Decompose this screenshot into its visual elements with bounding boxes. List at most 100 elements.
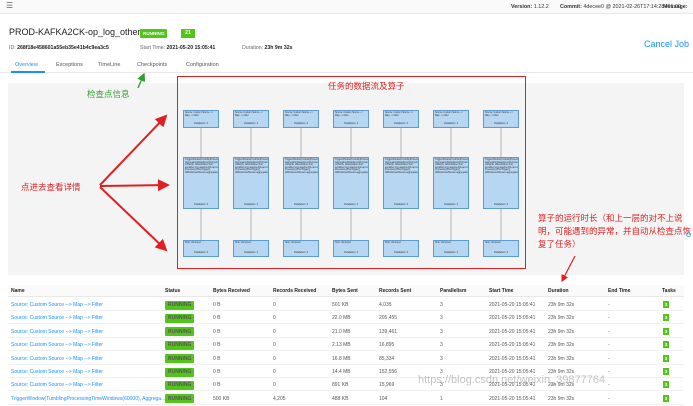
col-records-received[interactable]: Records Received: [273, 288, 316, 294]
table-row[interactable]: Source: Custom Source --> Map --> Filter…: [8, 298, 684, 311]
cell-records-sent: 139,461: [379, 328, 398, 335]
cell-name[interactable]: Source: Custom Source --> Map --> Filter: [11, 302, 103, 308]
col-end-time[interactable]: End Time: [608, 288, 630, 294]
version-info: Version: 1.12.2: [511, 4, 549, 10]
col-tasks[interactable]: Tasks: [662, 288, 676, 294]
cancel-job-button[interactable]: Cancel Job: [644, 39, 689, 49]
cell-name[interactable]: Source: Custom Source --> Map --> Filter: [11, 315, 103, 321]
cell-name[interactable]: Source: Custom Source --> Map --> Filter: [11, 329, 103, 335]
cell-bytes-sent: 21.0 MB: [332, 328, 351, 335]
status-badge: RUNNING: [165, 354, 195, 364]
cell-bytes-sent: 891 KB: [332, 382, 349, 389]
annotation-checkpoint: 检查点信息: [87, 89, 130, 99]
cell-parallelism: 1: [440, 395, 443, 402]
tab-exceptions[interactable]: Exceptions: [56, 62, 83, 68]
cell-end-time: -: [608, 382, 610, 389]
cell-bytes-received: 0 B: [213, 315, 221, 322]
cell-records-sent: 205,455: [379, 315, 398, 322]
cell-records-received: 0: [273, 369, 276, 375]
cell-name[interactable]: Source: Custom Source --> Map --> Filter: [11, 382, 103, 388]
cell-records-received: 0: [273, 302, 276, 308]
annotation-dag: 任务的数据流及算子: [328, 81, 405, 91]
cell-start-time: 2021-05-20 15:05:41: [489, 302, 536, 308]
task-count-badge: 3: [663, 314, 669, 322]
cell-end-time: -: [608, 342, 610, 349]
status-badge: RUNNING: [165, 367, 195, 377]
task-count-badge: 3: [663, 368, 669, 375]
status-badge: RUNNING: [165, 380, 195, 390]
task-count-badge: 3: [663, 327, 669, 335]
status-badge: RUNNING: [165, 300, 195, 310]
tab-overview[interactable]: Overview: [15, 62, 38, 68]
tab-configuration[interactable]: Configuration: [186, 62, 219, 68]
cell-name[interactable]: TriggerWindow(TumblingProcessingTimeWind…: [11, 396, 165, 402]
watermark: https://blog.csdn.net/weixin_39877764: [418, 374, 606, 386]
table-row[interactable]: Source: Custom Source --> Map --> Filter…: [8, 311, 684, 325]
table-row[interactable]: TriggerWindow(TumblingProcessingTimeWind…: [8, 392, 684, 405]
cell-start-time: 2021-05-20 15:05:41: [489, 328, 536, 335]
annotation-dag-box: [177, 76, 526, 269]
cell-duration: 23h 9m 32s: [548, 328, 575, 335]
task-count-badge: 3: [663, 341, 669, 349]
cell-start-time: 2021-05-20 15:05:41: [489, 342, 536, 349]
table-row[interactable]: Source: Custom Source --> Map --> Filter…: [8, 325, 684, 338]
cell-bytes-sent: 22.0 MB: [332, 315, 351, 322]
table-header: Name Status Bytes Received Records Recei…: [8, 285, 684, 297]
cell-start-time: 2021-05-20 15:05:41: [489, 395, 536, 402]
cell-end-time: -: [608, 315, 610, 322]
cell-bytes-sent: 14.4 MB: [332, 369, 351, 375]
cell-name[interactable]: Source: Custom Source --> Map --> Filter: [11, 342, 103, 348]
annotation-runtime-2: 明，可能遇到的异常，并自动从检查点恢: [538, 226, 692, 236]
col-duration[interactable]: Duration: [548, 288, 569, 294]
job-duration: Duration: 23h 9m 32s: [242, 45, 293, 51]
cell-end-time: -: [608, 302, 610, 308]
col-bytes-received[interactable]: Bytes Received: [213, 288, 250, 294]
task-count-badge: 3: [663, 381, 669, 389]
col-parallelism[interactable]: Parallelism: [440, 288, 466, 294]
message-link[interactable]: Message:: [663, 4, 688, 10]
col-name[interactable]: Name: [11, 288, 25, 294]
cell-bytes-sent: 501 KB: [332, 302, 349, 308]
cell-records-sent: 152,556: [379, 369, 398, 375]
cell-parallelism: 3: [440, 302, 443, 308]
cell-records-received: 0: [273, 315, 276, 322]
scroll-handle[interactable]: [686, 232, 691, 237]
cell-name[interactable]: Source: Custom Source --> Map --> Filter: [11, 369, 103, 375]
tab-checkpoints[interactable]: Checkpoints: [137, 62, 167, 68]
cell-bytes-received: 0 B: [213, 342, 221, 349]
task-count-badge: 3: [663, 301, 669, 308]
cell-bytes-sent: 16.8 MB: [332, 355, 351, 362]
cell-records-sent: 16,895: [379, 342, 395, 349]
cell-duration: 23h 9m 32s: [548, 395, 575, 402]
cell-start-time: 2021-05-20 15:05:41: [489, 355, 536, 362]
col-start-time[interactable]: Start Time: [489, 288, 513, 294]
table-row[interactable]: Source: Custom Source --> Map --> Filter…: [8, 338, 684, 352]
cell-end-time: -: [608, 369, 610, 375]
cell-records-sent: 85,334: [379, 355, 395, 362]
cell-end-time: -: [608, 328, 610, 335]
status-badge: RUNNING: [165, 313, 195, 323]
cell-records-received: 0: [273, 328, 276, 335]
cell-records-received: 0: [273, 355, 276, 362]
cell-bytes-sent: 488 KB: [332, 395, 349, 402]
annotation-runtime-1: 算子的运行时长（和上一层的对不上说: [538, 213, 683, 223]
cell-records-received: 0: [273, 382, 276, 389]
cell-records-received: 4,205: [273, 395, 286, 402]
table-row[interactable]: Source: Custom Source --> Map --> Filter…: [8, 352, 684, 365]
task-count-badge: 3: [663, 394, 669, 402]
menu-icon[interactable]: ☰: [6, 2, 13, 10]
cell-end-time: -: [608, 355, 610, 362]
col-records-sent[interactable]: Records Sent: [379, 288, 411, 294]
col-bytes-sent[interactable]: Bytes Sent: [332, 288, 358, 294]
cell-records-received: 0: [273, 342, 276, 349]
tab-timeline[interactable]: TimeLine: [98, 62, 120, 68]
cell-duration: 23h 9m 32s: [548, 315, 575, 322]
cell-bytes-received: 0 B: [213, 382, 221, 389]
cell-bytes-sent: 2.13 MB: [332, 342, 351, 349]
cell-bytes-received: 0 B: [213, 328, 221, 335]
cell-bytes-received: 0 B: [213, 302, 221, 308]
cell-parallelism: 3: [440, 355, 443, 362]
cell-bytes-received: 0 B: [213, 369, 221, 375]
col-status[interactable]: Status: [165, 288, 180, 294]
cell-name[interactable]: Source: Custom Source --> Map --> Filter: [11, 356, 103, 362]
